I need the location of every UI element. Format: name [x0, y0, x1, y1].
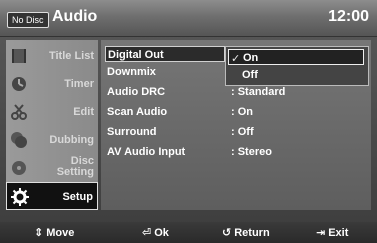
- hint-move: ⇕ Move: [34, 226, 74, 239]
- setting-name: Audio DRC: [107, 86, 166, 98]
- footer-hints: ⇕ Move ⏎ Ok ↺ Return ⇥ Exit: [0, 222, 377, 243]
- gear-icon: [11, 188, 29, 206]
- sidebar-item-label: Timer: [64, 78, 94, 90]
- hint-label: Return: [234, 227, 270, 239]
- hint-ok: ⏎ Ok: [142, 226, 169, 239]
- option-label: Off: [242, 69, 258, 81]
- disc-icon: [12, 161, 26, 175]
- exit-icon: ⇥: [316, 227, 326, 239]
- timer-icon: [12, 77, 26, 91]
- hint-label: Exit: [328, 227, 349, 239]
- sidebar-item-edit[interactable]: Edit: [6, 98, 98, 126]
- label-line-2: Setting: [56, 166, 94, 178]
- hint-label: Move: [46, 227, 75, 239]
- page-title: Audio: [52, 8, 98, 25]
- sidebar-item-label: Setup: [62, 191, 93, 203]
- sidebar-item-dubbing[interactable]: Dubbing: [6, 126, 98, 154]
- setting-value: : Stereo: [231, 146, 272, 158]
- sidebar-item-label: Dubbing: [49, 134, 94, 146]
- audio-setup-screen: No Disc Audio 12:00 Title List Timer Edi…: [0, 0, 377, 243]
- option-label: On: [243, 52, 259, 64]
- clock: 12:00: [328, 8, 369, 25]
- setting-row-scan-audio[interactable]: Scan Audio : On: [105, 104, 369, 120]
- updown-arrow-icon: ⇕: [34, 227, 44, 239]
- setting-value: : On: [231, 106, 253, 118]
- hint-exit: ⇥ Exit: [316, 226, 348, 239]
- hint-label: Ok: [154, 227, 169, 239]
- scissors-icon: [11, 104, 27, 120]
- setting-name: AV Audio Input: [107, 146, 186, 158]
- setting-name: Downmix: [107, 66, 156, 78]
- enter-icon: ⏎: [142, 227, 152, 239]
- setting-name: Scan Audio: [107, 106, 168, 118]
- sidebar-item-setup[interactable]: Setup: [6, 182, 98, 210]
- film-icon: [12, 49, 26, 63]
- return-icon: ↺: [222, 227, 232, 239]
- setting-value: : Off: [231, 126, 254, 138]
- sidebar-item-label: Edit: [73, 106, 94, 118]
- sidebar-item-label: Disc Setting: [57, 156, 94, 178]
- sidebar-item-label: Title List: [48, 50, 94, 62]
- hint-return: ↺ Return: [222, 226, 270, 239]
- setting-name: Digital Out: [108, 49, 164, 61]
- dropdown-option-off[interactable]: Off: [228, 67, 364, 83]
- setting-row-av-audio-input[interactable]: AV Audio Input : Stereo: [105, 144, 369, 160]
- setting-row-digital-out[interactable]: Digital Out: [105, 46, 225, 62]
- check-icon: ✓: [231, 53, 241, 65]
- setting-name: Surround: [107, 126, 157, 138]
- setting-row-audio-drc[interactable]: Audio DRC : Standard: [105, 84, 369, 100]
- setting-value: : Standard: [231, 86, 286, 98]
- digital-out-dropdown[interactable]: ✓ On Off: [225, 46, 369, 86]
- disc-status-badge: No Disc: [7, 12, 49, 28]
- dubbing-icon: [11, 132, 27, 148]
- header-bar: No Disc Audio 12:00: [0, 0, 377, 37]
- sidebar-item-timer[interactable]: Timer: [6, 70, 98, 98]
- sidebar-item-disc-setting[interactable]: Disc Setting: [6, 154, 98, 182]
- sidebar-menu: Title List Timer Edit Dubbing Disc Setti…: [6, 40, 98, 210]
- dropdown-option-on[interactable]: ✓ On: [228, 49, 364, 65]
- setting-row-surround[interactable]: Surround : Off: [105, 124, 369, 140]
- sidebar-item-title-list[interactable]: Title List: [6, 42, 98, 70]
